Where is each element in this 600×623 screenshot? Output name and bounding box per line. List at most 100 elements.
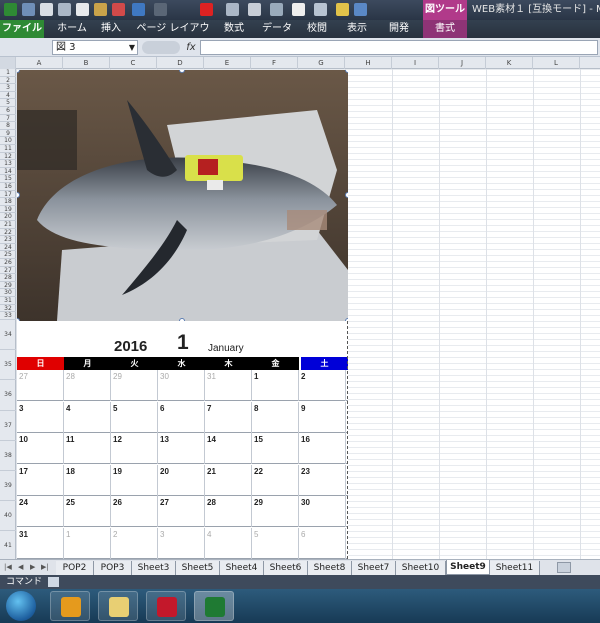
column-header[interactable]: E bbox=[204, 57, 251, 69]
sheet-tab[interactable]: Sheet7 bbox=[352, 561, 396, 575]
row-header[interactable]: 5 bbox=[0, 99, 16, 107]
row-header[interactable]: 11 bbox=[0, 145, 16, 153]
resize-handle[interactable] bbox=[345, 192, 348, 198]
row-header[interactable]: 33 bbox=[0, 312, 16, 320]
row-header[interactable]: 15 bbox=[0, 175, 16, 183]
calendar-day[interactable]: 30 bbox=[158, 370, 205, 401]
column-header[interactable]: A bbox=[16, 57, 63, 69]
row-header[interactable]: 22 bbox=[0, 229, 16, 237]
row-header[interactable]: 30 bbox=[0, 289, 16, 297]
calendar-day[interactable]: 19 bbox=[111, 464, 158, 496]
select-all-corner[interactable] bbox=[0, 57, 16, 69]
calendar-day[interactable]: 4 bbox=[64, 401, 111, 433]
sheet-tab[interactable]: Sheet6 bbox=[264, 561, 308, 575]
tab-insert[interactable]: 挿入 bbox=[96, 20, 126, 38]
row-header[interactable]: 25 bbox=[0, 251, 16, 259]
row-header[interactable]: 2 bbox=[0, 77, 16, 85]
tab-format[interactable]: 書式 bbox=[423, 20, 467, 38]
column-header[interactable]: I bbox=[392, 57, 439, 69]
row-header[interactable]: 10 bbox=[0, 137, 16, 145]
row-header[interactable]: 38 bbox=[0, 441, 16, 471]
next-sheet-icon[interactable]: ▶ bbox=[30, 563, 35, 571]
chevron-down-icon[interactable]: ▼ bbox=[129, 41, 135, 54]
insert-function-button[interactable]: fx bbox=[183, 40, 199, 55]
grid-icon[interactable] bbox=[336, 3, 349, 16]
tab-home[interactable]: ホーム bbox=[52, 20, 92, 38]
row-header[interactable]: 16 bbox=[0, 183, 16, 191]
taskbar-excel[interactable] bbox=[194, 591, 234, 621]
sheet-tab[interactable]: Sheet10 bbox=[396, 561, 446, 575]
row-header[interactable]: 7 bbox=[0, 115, 16, 123]
calendar-day[interactable]: 11 bbox=[64, 433, 111, 464]
tab-formulas[interactable]: 数式 bbox=[218, 20, 250, 38]
tuna-photo[interactable] bbox=[17, 70, 348, 321]
calendar-day[interactable]: 27 bbox=[17, 370, 64, 401]
row-header[interactable]: 6 bbox=[0, 107, 16, 115]
calendar-day[interactable]: 15 bbox=[252, 433, 299, 464]
font-color-icon[interactable] bbox=[200, 3, 213, 16]
calendar-day[interactable]: 14 bbox=[205, 433, 252, 464]
row-header[interactable]: 21 bbox=[0, 221, 16, 229]
taskbar-app[interactable] bbox=[146, 591, 186, 621]
row-header[interactable]: 27 bbox=[0, 267, 16, 275]
chart-icon[interactable] bbox=[270, 3, 283, 16]
sheet-tab[interactable]: Sheet9 bbox=[446, 560, 490, 575]
sheet-tab[interactable]: Sheet3 bbox=[132, 561, 176, 575]
sheet-tab[interactable]: Sheet8 bbox=[308, 561, 352, 575]
calendar-day[interactable]: 28 bbox=[64, 370, 111, 401]
calendar-day[interactable]: 18 bbox=[64, 464, 111, 496]
last-sheet-icon[interactable]: ▶| bbox=[41, 563, 49, 571]
calendar-day[interactable]: 30 bbox=[299, 496, 346, 527]
tab-file[interactable]: ファイル bbox=[0, 20, 44, 38]
calendar-day[interactable]: 2 bbox=[111, 527, 158, 559]
taskbar-explorer[interactable] bbox=[98, 591, 138, 621]
sort-icon[interactable] bbox=[226, 3, 239, 16]
sheet-tab[interactable]: POP3 bbox=[94, 561, 132, 575]
cut-icon[interactable] bbox=[112, 3, 125, 16]
sheet-tab[interactable]: Sheet11 bbox=[490, 561, 540, 575]
row-header[interactable]: 1 bbox=[0, 69, 16, 77]
row-header[interactable]: 13 bbox=[0, 160, 16, 168]
calendar-day[interactable]: 8 bbox=[252, 401, 299, 433]
calendar-day[interactable]: 9 bbox=[299, 401, 346, 433]
tab-page-layout[interactable]: ページ レイアウト bbox=[134, 20, 212, 52]
row-header[interactable]: 8 bbox=[0, 122, 16, 130]
calendar-day[interactable]: 5 bbox=[252, 527, 299, 559]
sheet-tab[interactable]: Sheet5 bbox=[176, 561, 220, 575]
calendar-day[interactable]: 26 bbox=[111, 496, 158, 527]
calendar-day[interactable]: 20 bbox=[158, 464, 205, 496]
calendar-day[interactable]: 3 bbox=[158, 527, 205, 559]
calendar-day[interactable]: 24 bbox=[17, 496, 64, 527]
row-header[interactable]: 34 bbox=[0, 320, 16, 351]
calendar-day[interactable]: 10 bbox=[17, 433, 64, 464]
name-box[interactable]: 図 3 ▼ bbox=[52, 40, 138, 55]
calendar-day[interactable]: 6 bbox=[299, 527, 346, 559]
calendar-day[interactable]: 28 bbox=[205, 496, 252, 527]
calendar-day[interactable]: 16 bbox=[299, 433, 346, 464]
first-sheet-icon[interactable]: |◀ bbox=[4, 563, 12, 571]
row-header[interactable]: 41 bbox=[0, 531, 16, 562]
format-painter-icon[interactable] bbox=[354, 3, 367, 16]
calendar-day[interactable]: 1 bbox=[252, 370, 299, 401]
formula-input[interactable] bbox=[200, 40, 598, 55]
row-header[interactable]: 29 bbox=[0, 282, 16, 290]
row-header[interactable]: 24 bbox=[0, 244, 16, 252]
row-header[interactable]: 17 bbox=[0, 191, 16, 199]
tab-developer[interactable]: 開発 bbox=[382, 20, 416, 38]
calendar-day[interactable]: 13 bbox=[158, 433, 205, 464]
undo-icon[interactable] bbox=[132, 3, 145, 16]
column-header[interactable]: G bbox=[298, 57, 345, 69]
row-header[interactable]: 18 bbox=[0, 198, 16, 206]
row-header[interactable]: 19 bbox=[0, 206, 16, 214]
calendar-day[interactable]: 31 bbox=[17, 527, 64, 559]
shape-icon[interactable] bbox=[314, 3, 327, 16]
column-header[interactable]: J bbox=[439, 57, 486, 69]
paste-icon[interactable] bbox=[94, 3, 107, 16]
macro-record-icon[interactable] bbox=[48, 577, 59, 587]
tab-view[interactable]: 表示 bbox=[340, 20, 374, 38]
calendar-day[interactable]: 17 bbox=[17, 464, 64, 496]
row-header[interactable]: 4 bbox=[0, 92, 16, 100]
row-header[interactable]: 9 bbox=[0, 130, 16, 138]
row-header[interactable]: 36 bbox=[0, 380, 16, 411]
calendar-day[interactable]: 21 bbox=[205, 464, 252, 496]
